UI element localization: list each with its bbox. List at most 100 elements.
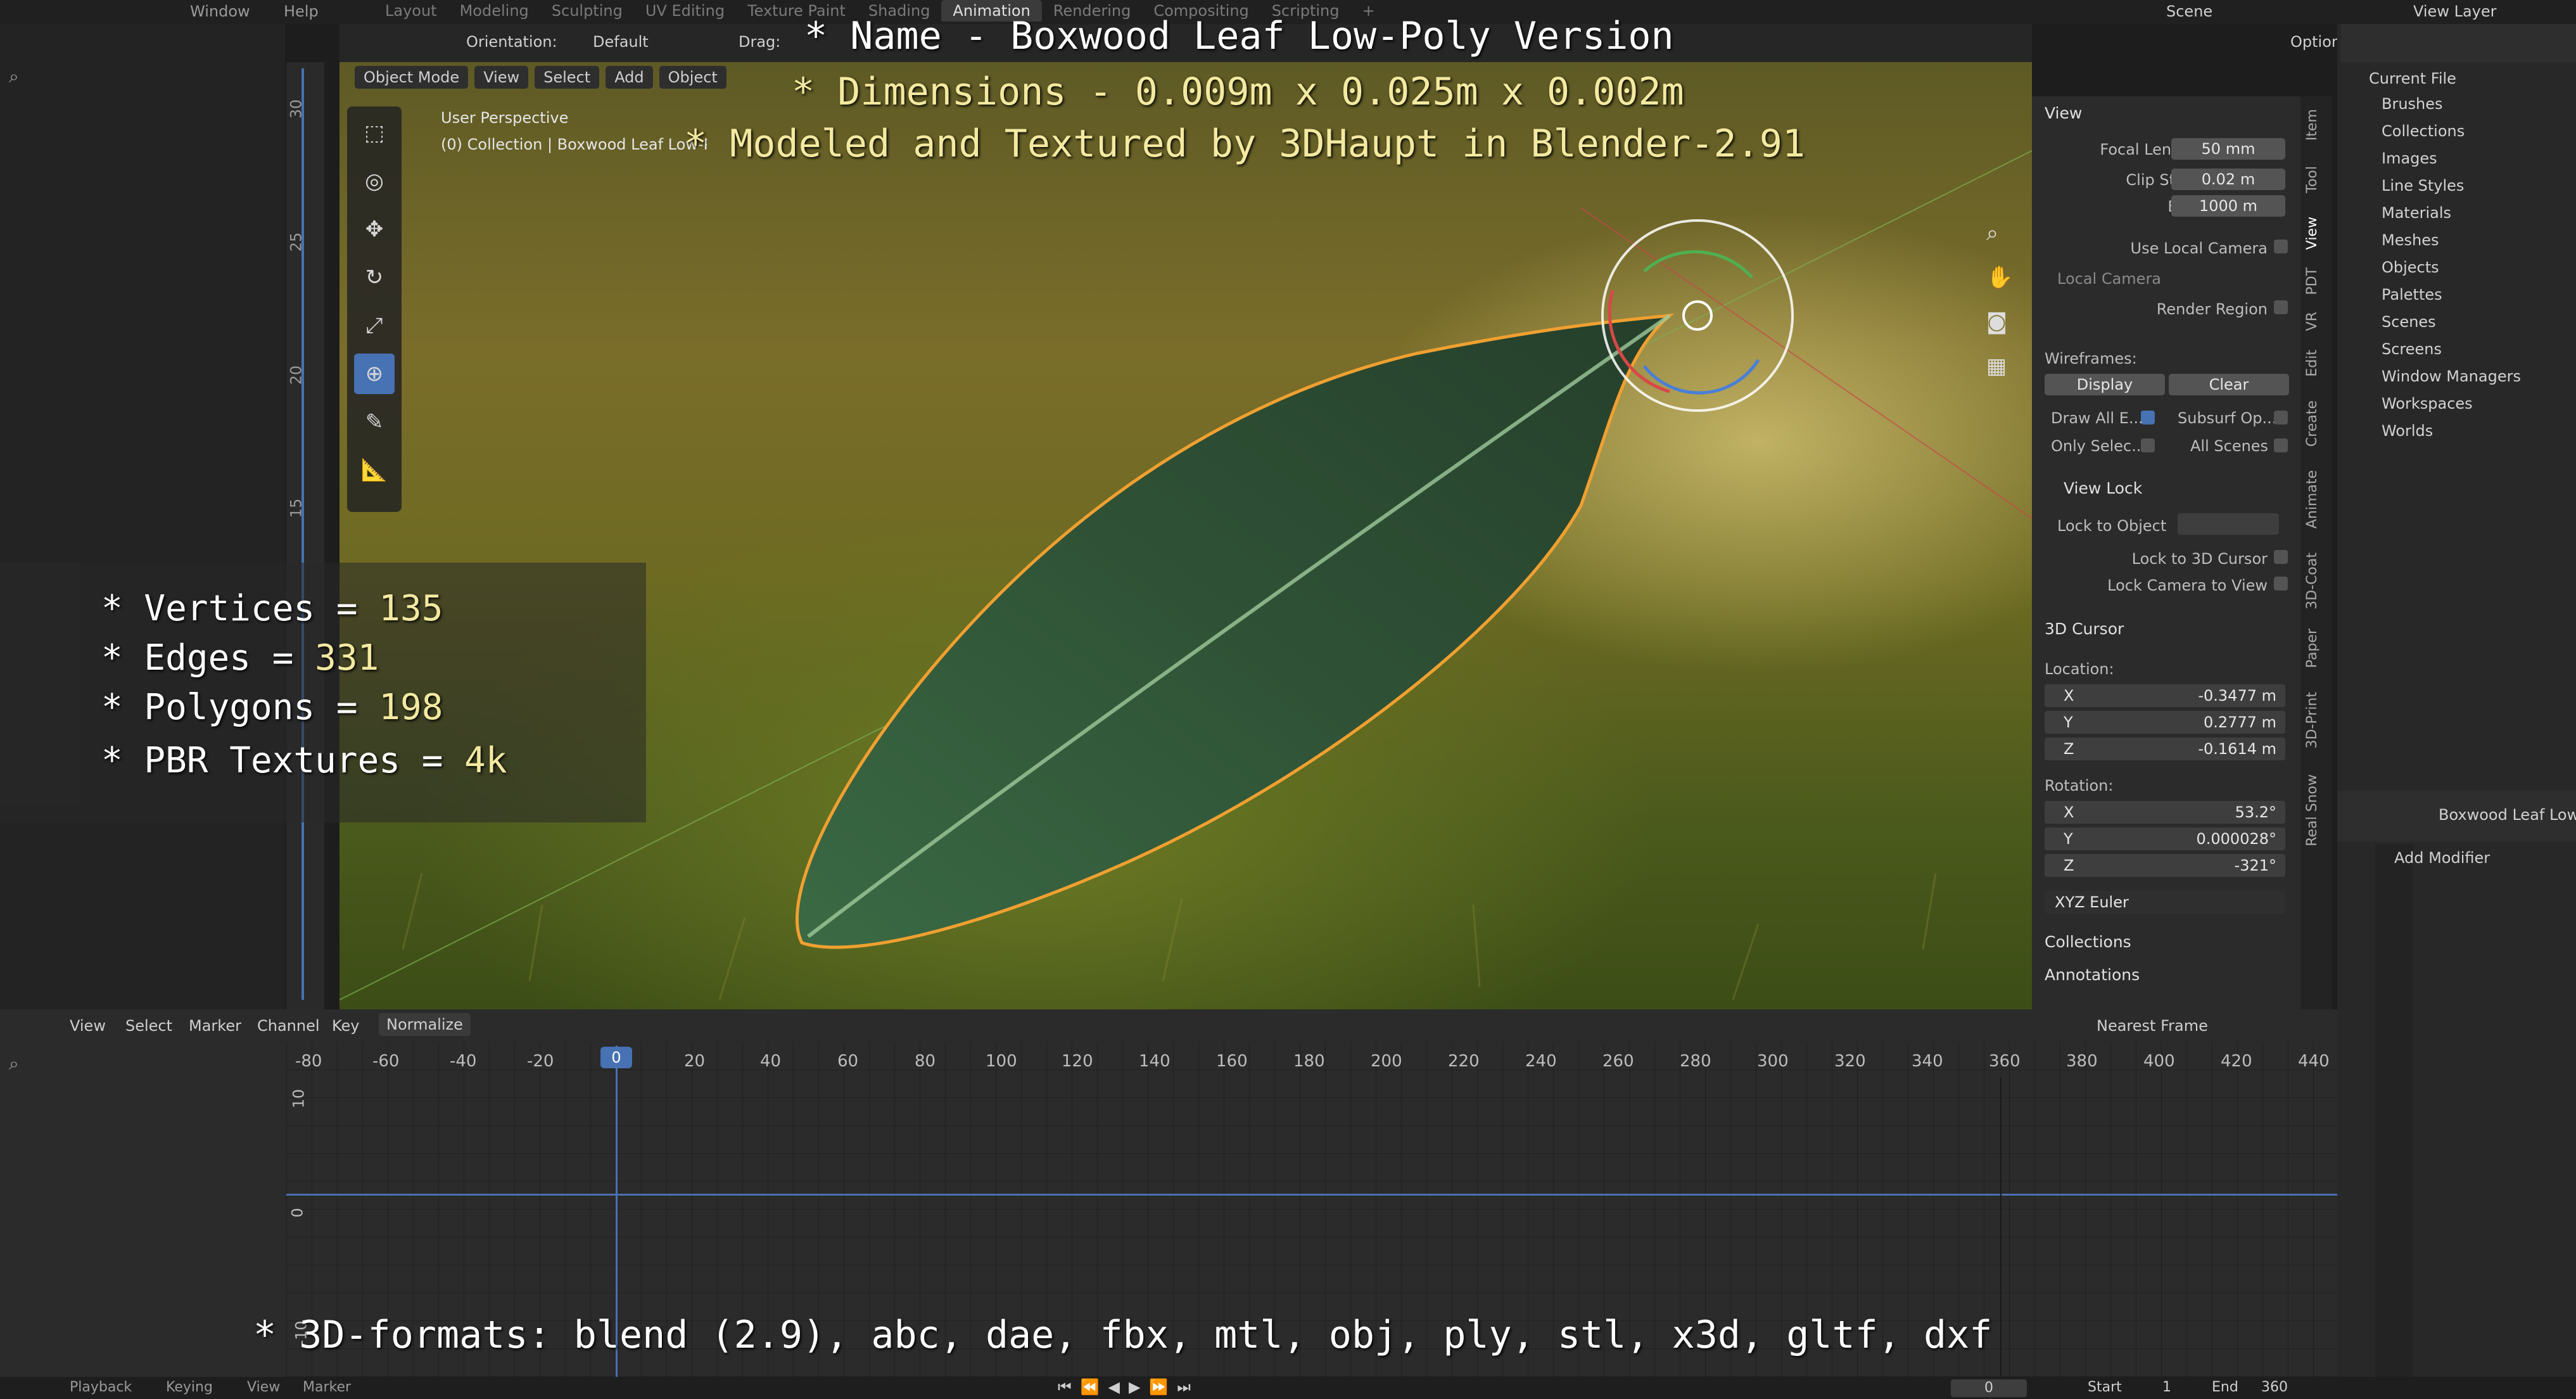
properties-object-name[interactable]: Boxwood Leaf Low-I <box>2439 806 2576 824</box>
snap-mode-dropdown[interactable]: Nearest Frame <box>2097 1017 2208 1035</box>
current-frame-field[interactable]: 0 <box>1951 1379 2027 1397</box>
outliner-item-brushes[interactable]: Brushes <box>2382 95 2443 113</box>
collections-panel-header[interactable]: Collections <box>2045 933 2131 951</box>
cursor-section-header[interactable]: 3D Cursor <box>2045 620 2124 638</box>
tab-layout[interactable]: Layout <box>374 0 448 22</box>
timeline-marker-menu[interactable]: Marker <box>303 1379 351 1395</box>
tab-animate[interactable]: Animate <box>2304 470 2328 528</box>
all-scenes-checkbox[interactable] <box>2274 438 2288 452</box>
outliner-item-screens[interactable]: Screens <box>2382 340 2442 358</box>
focal-length-field[interactable]: 50 mm <box>2171 138 2285 160</box>
normalize-toggle[interactable]: Normalize <box>379 1013 471 1036</box>
outliner-item-collections[interactable]: Collections <box>2382 122 2465 140</box>
pan-hand-icon[interactable]: ✋ <box>1986 265 2013 290</box>
outliner-item-scenes[interactable]: Scenes <box>2382 313 2436 331</box>
tab-item[interactable]: Item <box>2304 109 2328 141</box>
tab-real-snow[interactable]: Real Snow <box>2304 774 2328 846</box>
view-section-header[interactable]: View <box>2045 104 2082 122</box>
tab-paper[interactable]: Paper <box>2304 629 2328 668</box>
view-layer-selector[interactable]: View Layer <box>2413 3 2497 20</box>
cursor-location-y[interactable]: Y 0.2777 m <box>2045 711 2285 734</box>
tab-modeling[interactable]: Modeling <box>448 0 540 22</box>
use-local-camera-checkbox[interactable] <box>2274 240 2288 253</box>
search-icon[interactable]: ⌕ <box>9 66 19 87</box>
select-menu[interactable]: Select <box>535 66 600 89</box>
orientation-dropdown[interactable]: Default <box>593 33 649 51</box>
lock-to-object-field[interactable] <box>2178 513 2279 535</box>
tab-tool[interactable]: Tool <box>2304 166 2328 193</box>
cursor-tool-icon[interactable]: ◎ <box>354 161 395 201</box>
cursor-location-z[interactable]: Z -0.1614 m <box>2045 738 2285 760</box>
rotate-tool-icon[interactable]: ↻ <box>354 257 395 298</box>
add-modifier-button[interactable]: Add Modifier <box>2394 849 2490 867</box>
rotation-mode-dropdown[interactable]: XYZ Euler <box>2045 891 2285 914</box>
cursor-rotation-x[interactable]: X 53.2° <box>2045 801 2285 824</box>
outliner-item-window-managers[interactable]: Window Managers <box>2382 367 2521 385</box>
select-box-icon[interactable]: ⬚ <box>354 113 395 153</box>
tab-sculpting[interactable]: Sculpting <box>540 0 634 22</box>
graph-select-menu[interactable]: Select <box>125 1017 172 1035</box>
zoom-icon[interactable]: ⌕ <box>1986 220 1998 246</box>
transform-tool-icon[interactable]: ⊕ <box>354 354 395 394</box>
boxwood-leaf[interactable] <box>796 313 1675 949</box>
wireframe-clear-button[interactable]: Clear <box>2169 374 2289 395</box>
view-menu[interactable]: View <box>474 66 529 89</box>
3d-viewport[interactable]: ⌕ ✋ ◙ ▦ <box>339 62 2032 1009</box>
add-menu[interactable]: Add <box>606 66 653 89</box>
subsurf-checkbox[interactable] <box>2274 411 2288 425</box>
clip-start-field[interactable]: 0.02 m <box>2171 169 2285 190</box>
outliner-item-images[interactable]: Images <box>2382 150 2437 167</box>
object-mode-dropdown[interactable]: Object Mode <box>355 66 469 89</box>
outliner-item-worlds[interactable]: Worlds <box>2382 422 2433 440</box>
playhead-frame-badge[interactable]: 0 <box>600 1047 632 1068</box>
camera-icon[interactable]: ◙ <box>1986 309 2007 335</box>
wireframe-display-button[interactable]: Display <box>2045 374 2165 395</box>
outliner-item-objects[interactable]: Objects <box>2382 259 2439 276</box>
rotate-gizmo-center[interactable] <box>1682 300 1713 331</box>
graph-view-menu[interactable]: View <box>70 1017 106 1035</box>
grid-view-icon[interactable]: ▦ <box>1986 354 2007 379</box>
cursor-rotation-y[interactable]: Y 0.000028° <box>2045 827 2285 850</box>
gizmo-ring-green[interactable] <box>1643 250 1753 279</box>
tab-3d-print[interactable]: 3D-Print <box>2304 692 2328 748</box>
timeline-view-menu[interactable]: View <box>247 1379 280 1395</box>
menu-window[interactable]: Window <box>190 3 250 20</box>
measure-tool-icon[interactable]: 📐 <box>354 450 395 490</box>
lock-camera-checkbox[interactable] <box>2274 577 2288 591</box>
menu-help[interactable]: Help <box>284 3 319 20</box>
annotate-tool-icon[interactable]: ✎ <box>354 402 395 442</box>
graph-key-menu[interactable]: Key <box>332 1017 360 1035</box>
view-lock-header[interactable]: View Lock <box>2064 479 2142 497</box>
rotate-gizmo-outer[interactable] <box>1601 219 1794 412</box>
outliner-item-meshes[interactable]: Meshes <box>2382 231 2439 249</box>
lock-to-cursor-checkbox[interactable] <box>2274 550 2288 564</box>
tab-vr[interactable]: VR <box>2304 312 2328 331</box>
only-select-checkbox[interactable] <box>2141 438 2155 452</box>
graph-channel-search[interactable]: ⌕ <box>0 1052 285 1075</box>
playback-controls[interactable]: ⏮⏪◀▶⏩⏭ <box>1058 1378 1200 1396</box>
end-frame-value[interactable]: 360 <box>2261 1379 2288 1395</box>
annotations-panel-header[interactable]: Annotations <box>2045 966 2140 984</box>
outliner-item-line-styles[interactable]: Line Styles <box>2382 177 2464 195</box>
tab-view[interactable]: View <box>2304 217 2328 250</box>
scene-selector[interactable]: Scene <box>2166 3 2212 20</box>
clip-end-field[interactable]: 1000 m <box>2171 195 2285 217</box>
tab-create[interactable]: Create <box>2304 400 2328 447</box>
object-menu[interactable]: Object <box>659 66 726 89</box>
tab-3d-coat[interactable]: 3D-Coat <box>2304 553 2328 610</box>
keying-menu[interactable]: Keying <box>166 1379 213 1395</box>
start-frame-value[interactable]: 1 <box>2162 1379 2171 1395</box>
move-tool-icon[interactable]: ✥ <box>354 209 395 250</box>
graph-channel-menu[interactable]: Channel <box>257 1017 320 1035</box>
outliner-item-materials[interactable]: Materials <box>2382 204 2451 222</box>
outliner-item-palettes[interactable]: Palettes <box>2382 286 2442 303</box>
cursor-rotation-z[interactable]: Z -321° <box>2045 854 2285 877</box>
scale-tool-icon[interactable]: ⤢ <box>354 305 395 346</box>
render-region-checkbox[interactable] <box>2274 300 2288 314</box>
tab-edit[interactable]: Edit <box>2304 350 2328 377</box>
outliner-item-workspaces[interactable]: Workspaces <box>2382 395 2473 412</box>
playback-menu[interactable]: Playback <box>70 1379 132 1395</box>
tab-uv-editing[interactable]: UV Editing <box>634 0 736 22</box>
tab-pdt[interactable]: PDT <box>2304 267 2328 295</box>
cursor-location-x[interactable]: X -0.3477 m <box>2045 684 2285 707</box>
